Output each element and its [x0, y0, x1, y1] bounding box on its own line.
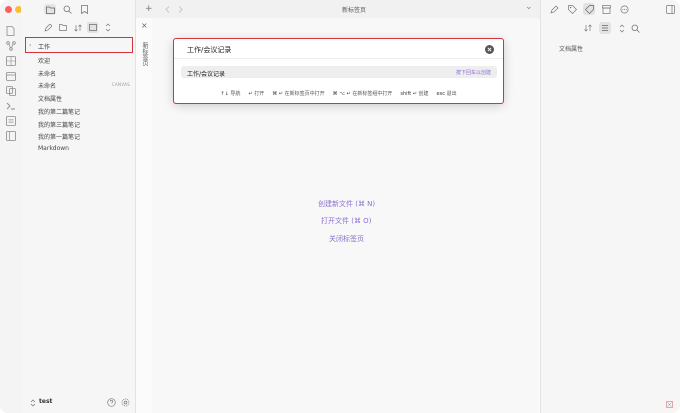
right-panel-title: 文档属性: [559, 46, 584, 53]
file-type-badge: CANVAS: [111, 82, 130, 87]
vertical-tab-strip: × 新标签页: [136, 18, 153, 413]
file-explorer: › 工作 欢迎 未命名 未命名 CANVAS 文档属性 我的第二篇笔记 我的第三…: [21, 0, 136, 413]
sidebar-toggle-icon[interactable]: [665, 4, 675, 14]
list-icon[interactable]: [5, 115, 16, 126]
terminal-icon[interactable]: [5, 100, 16, 111]
list-item[interactable]: 未命名: [38, 69, 56, 78]
list-item[interactable]: 我的第二篇笔记: [38, 107, 80, 116]
calendar-icon[interactable]: [5, 70, 16, 81]
list-item-label: 未命名: [38, 83, 57, 90]
more-icon[interactable]: [619, 4, 629, 14]
close-tab-button[interactable]: ×: [141, 21, 148, 30]
right-sidebar: 文档属性: [540, 0, 680, 413]
create-new-file-link[interactable]: 创建新文件 (⌘ N): [318, 199, 375, 209]
close-window-button[interactable]: [5, 6, 12, 13]
auto-reveal-icon[interactable]: [87, 22, 98, 33]
list-item[interactable]: 文档属性: [38, 94, 62, 103]
new-note-icon[interactable]: [43, 23, 52, 32]
folder-highlight: [25, 37, 133, 53]
archive-icon[interactable]: [601, 4, 611, 14]
folder-icon[interactable]: [44, 4, 56, 15]
forward-arrow-icon[interactable]: [176, 5, 184, 13]
properties-icon[interactable]: [583, 3, 595, 15]
expand-collapse-icon[interactable]: [617, 23, 626, 33]
list-item[interactable]: Markdown: [38, 145, 69, 152]
canvas-icon[interactable]: [5, 55, 16, 66]
new-tab-button[interactable]: +: [145, 4, 153, 14]
watermark-icon: [665, 400, 673, 408]
close-tab-link[interactable]: 关闭标签页: [329, 234, 364, 244]
sort-icon[interactable]: [583, 23, 593, 33]
vertical-tab-label[interactable]: 新标签页: [140, 42, 148, 66]
search-icon[interactable]: [630, 23, 640, 33]
tab-list-chevron[interactable]: ⌄: [525, 2, 533, 12]
settings-icon[interactable]: [120, 397, 130, 407]
sort-icon[interactable]: [73, 23, 82, 32]
list-item[interactable]: 我的第一篇笔记: [38, 132, 80, 141]
list-item[interactable]: 欢迎: [38, 56, 50, 65]
help-icon[interactable]: [106, 397, 116, 407]
new-folder-icon[interactable]: [58, 23, 67, 32]
graph-icon[interactable]: [5, 40, 16, 51]
tab-title[interactable]: 新标签页: [342, 5, 366, 14]
open-file-link[interactable]: 打开文件 (⌘ O): [321, 216, 371, 226]
sidebar-icon[interactable]: [5, 130, 16, 141]
expand-collapse-icon[interactable]: [103, 22, 112, 33]
template-icon[interactable]: [5, 85, 16, 96]
tab-bar: + 新标签页 ⌄: [136, 0, 540, 19]
list-item[interactable]: 我的第三篇笔记: [38, 120, 80, 129]
vault-switcher-icon[interactable]: [29, 398, 36, 407]
bookmark-icon[interactable]: [79, 4, 90, 15]
files-icon[interactable]: [5, 25, 16, 36]
list-item[interactable]: 未命名 CANVAS: [38, 81, 130, 91]
pen-icon[interactable]: [549, 4, 559, 14]
back-arrow-icon[interactable]: [163, 5, 171, 13]
vault-name[interactable]: test: [39, 398, 52, 405]
app-window: › 工作 欢迎 未命名 未命名 CANVAS 文档属性 我的第二篇笔记 我的第三…: [0, 0, 680, 413]
search-icon[interactable]: [62, 4, 73, 15]
tag-icon[interactable]: [567, 4, 577, 14]
active-filter-icon[interactable]: [599, 22, 611, 34]
left-ribbon: [0, 0, 32, 413]
modal-highlight: [173, 38, 504, 104]
